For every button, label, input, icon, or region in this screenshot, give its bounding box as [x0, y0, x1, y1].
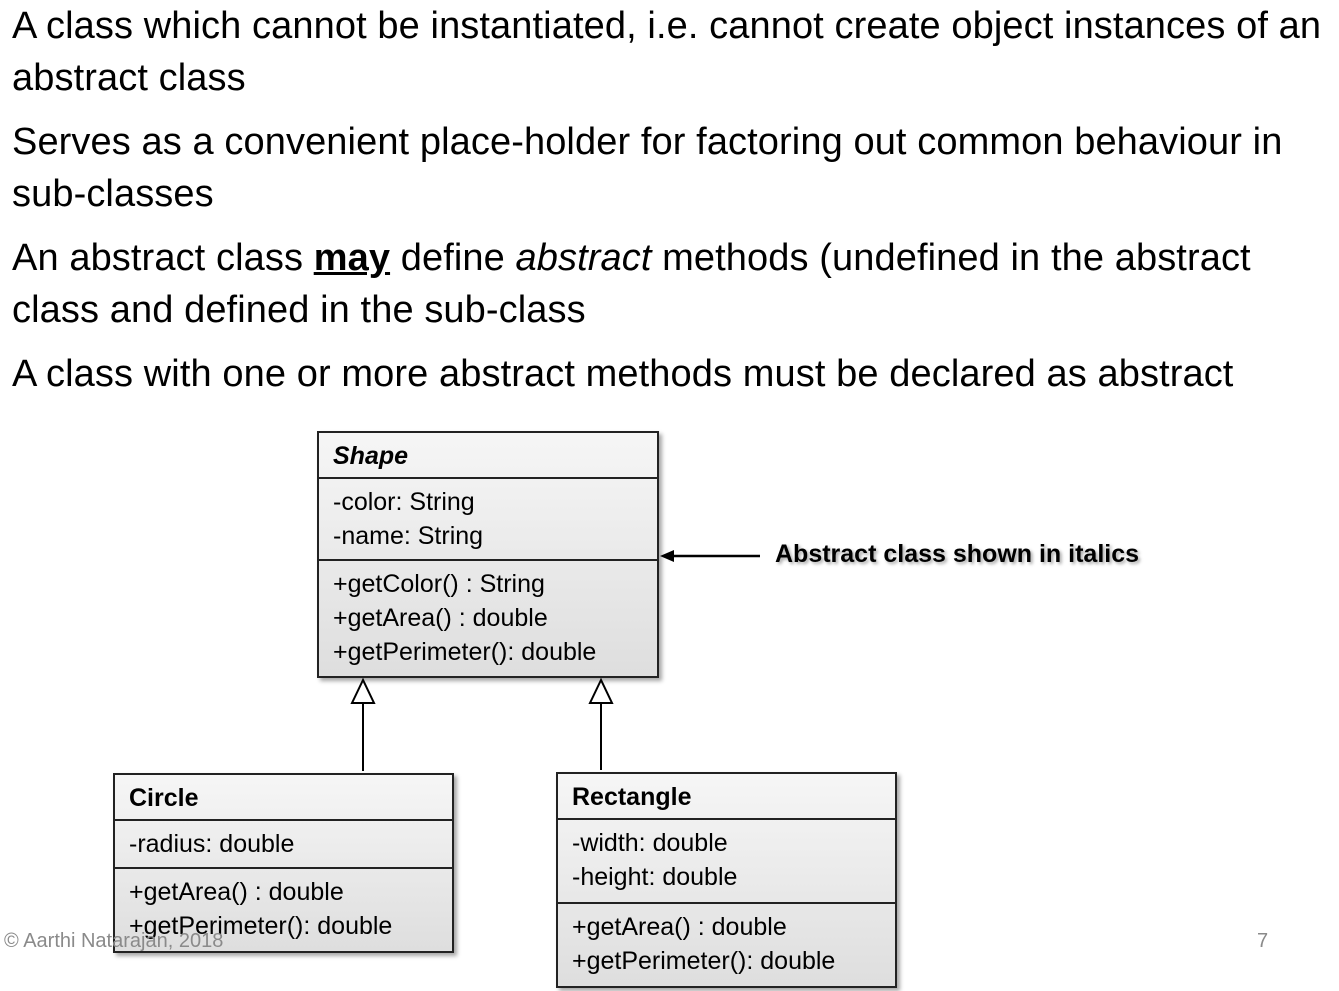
uml-class-rectangle: Rectangle -width: double -height: double… — [556, 772, 897, 988]
attribute: -width: double — [572, 829, 728, 857]
methods-section: +getColor() : String +getArea() : double… — [319, 561, 657, 675]
page-number: 7 — [1257, 930, 1269, 952]
class-name: Rectangle — [558, 774, 895, 820]
copyright-footer: © Aarthi Natarajan, 2018 — [4, 930, 224, 952]
method: +getPerimeter(): double — [333, 638, 597, 666]
methods-section: +getArea() : double +getPerimeter(): dou… — [558, 904, 895, 984]
attribute: -height: double — [572, 863, 738, 891]
circle-generalization-arrowhead — [350, 677, 376, 704]
abstract-annotation: Abstract class shown in italics — [775, 540, 1140, 568]
attribute: -color: String — [333, 488, 475, 516]
class-name: Shape — [319, 433, 657, 479]
method: +getArea() : double — [129, 878, 344, 906]
uml-class-shape: Shape -color: String -name: String +getC… — [317, 431, 659, 678]
method: +getArea() : double — [333, 604, 548, 632]
attributes-section: -width: double -height: double — [558, 820, 895, 904]
method: +getArea() : double — [572, 913, 787, 941]
attributes-section: -color: String -name: String — [319, 479, 657, 561]
class-name: Circle — [115, 775, 452, 821]
method: +getPerimeter(): double — [572, 947, 836, 975]
attribute: -name: String — [333, 522, 484, 550]
method: +getColor() : String — [333, 570, 545, 598]
uml-class-circle: Circle -radius: double +getArea() : doub… — [113, 773, 454, 953]
annotation-arrowhead — [660, 550, 674, 562]
rectangle-generalization-arrowhead — [588, 677, 614, 704]
attribute: -radius: double — [129, 830, 295, 858]
attributes-section: -radius: double — [115, 821, 452, 869]
